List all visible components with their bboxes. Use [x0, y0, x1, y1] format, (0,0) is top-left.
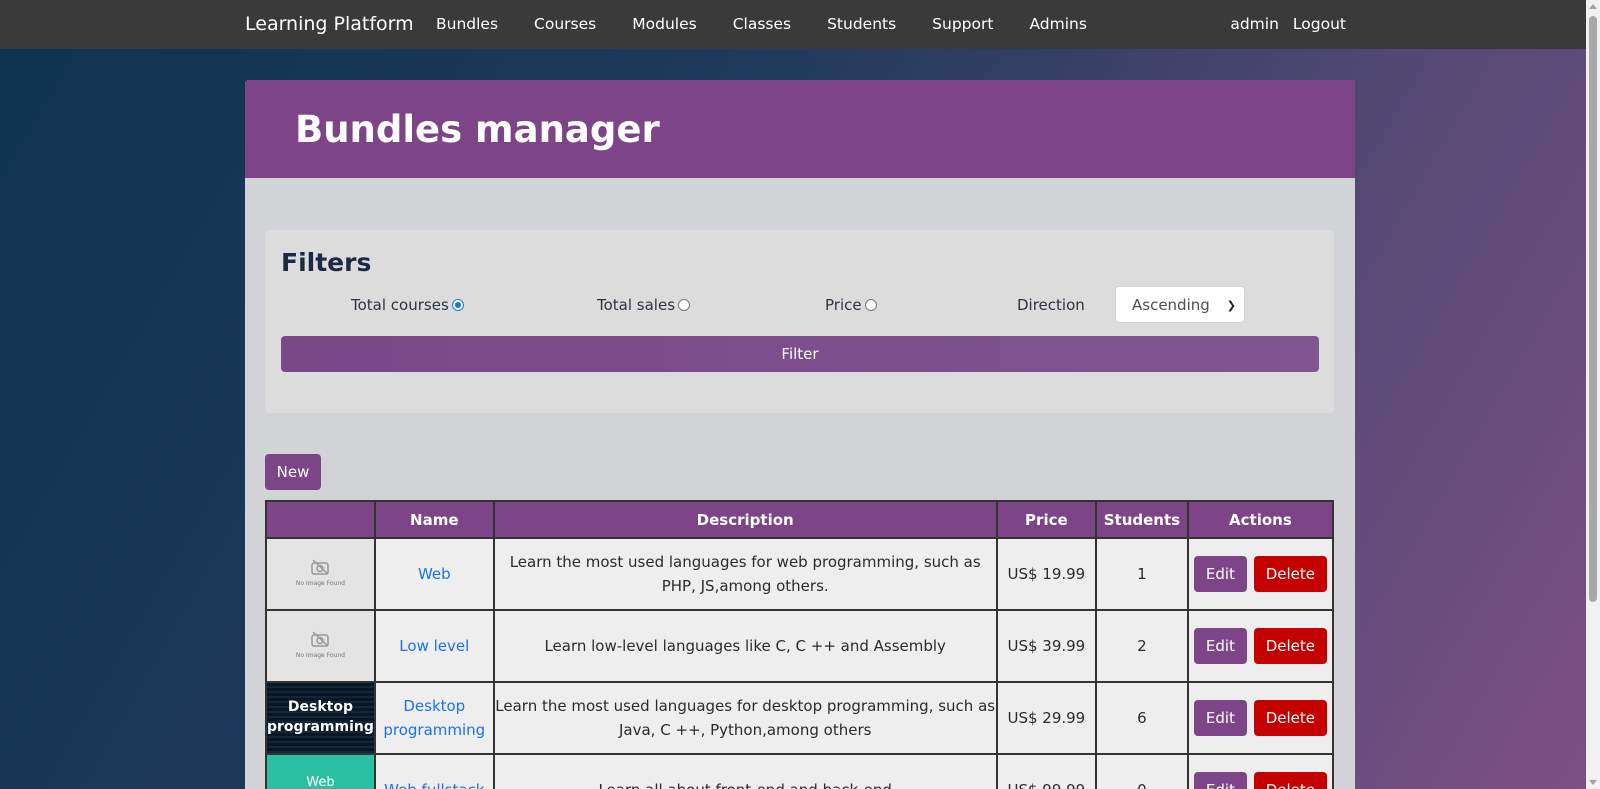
table-header-row: Name Description Price Students Actions — [265, 500, 1335, 539]
page-scrollbar[interactable] — [1586, 0, 1600, 789]
filter-price[interactable]: Price — [825, 296, 877, 314]
direction-label: Direction — [1017, 296, 1085, 314]
nav-links: Bundles Courses Modules Classes Students… — [436, 15, 1123, 33]
no-image-placeholder: No Image Found — [267, 611, 374, 681]
bundle-students: 1 — [1095, 537, 1189, 611]
bundle-actions: Edit Delete — [1186, 609, 1335, 683]
scrollbar-thumb[interactable] — [1589, 16, 1597, 602]
delete-button[interactable]: Delete — [1253, 772, 1327, 789]
delete-button[interactable]: Delete — [1253, 628, 1327, 664]
nav-classes[interactable]: Classes — [733, 15, 791, 33]
bundles-manager-card: Bundles manager Filters Total courses To… — [245, 80, 1355, 789]
table-row: No Image Found Web Learn the most used l… — [265, 537, 1335, 611]
direction-select[interactable]: Ascending ❯ — [1115, 286, 1245, 323]
card-header: Bundles manager — [245, 80, 1355, 178]
bundle-actions: Edit Delete — [1186, 681, 1335, 755]
nav-modules[interactable]: Modules — [632, 15, 696, 33]
thumbnail-text: Web — [306, 775, 335, 789]
nav-user-area: admin Logout — [1216, 15, 1346, 33]
top-navbar: Learning Platform Bundles Courses Module… — [0, 0, 1586, 49]
edit-button[interactable]: Edit — [1193, 700, 1247, 736]
delete-button[interactable]: Delete — [1253, 556, 1327, 592]
nav-admins[interactable]: Admins — [1029, 15, 1086, 33]
bundle-image-cell: Desktop programming — [265, 681, 376, 755]
nav-user-admin[interactable]: admin — [1230, 15, 1279, 33]
page-title: Bundles manager — [295, 107, 660, 151]
bundle-price: US$ 29.99 — [995, 681, 1098, 755]
bundle-name-cell: Web fullstack — [373, 753, 495, 789]
bundle-price: US$ 39.99 — [995, 609, 1098, 683]
nav-bundles[interactable]: Bundles — [436, 15, 498, 33]
bundle-name-cell: Web — [373, 537, 495, 611]
new-bundle-button[interactable]: New — [265, 454, 321, 490]
col-header-price: Price — [995, 500, 1098, 539]
filter-price-radio[interactable] — [864, 299, 877, 311]
chevron-down-icon: ❯ — [1226, 299, 1236, 312]
filter-total-courses-label: Total courses — [351, 296, 449, 314]
bundle-description: Learn the most used languages for web pr… — [492, 537, 998, 611]
bundle-name-link[interactable]: Web — [418, 565, 451, 583]
bundle-students: 0 — [1095, 753, 1189, 789]
bundle-image-cell: Web — [265, 753, 376, 789]
col-header-image — [265, 500, 376, 539]
filter-total-sales-radio[interactable] — [678, 299, 691, 311]
no-image-placeholder: No Image Found — [267, 539, 374, 609]
bundle-name-link[interactable]: Desktop programming — [383, 697, 485, 739]
table-row: Desktop programming Desktop programming … — [265, 681, 1335, 755]
filter-button[interactable]: Filter — [281, 336, 1319, 372]
bundle-name-link[interactable]: Web fullstack — [384, 781, 484, 789]
bundle-name-cell: Desktop programming — [373, 681, 495, 755]
table-row: No Image Found Low level Learn low-level… — [265, 609, 1335, 683]
edit-button[interactable]: Edit — [1193, 628, 1247, 664]
filter-total-courses[interactable]: Total courses — [351, 296, 464, 314]
bundle-image-cell: No Image Found — [265, 609, 376, 683]
bundle-image-cell: No Image Found — [265, 537, 376, 611]
filter-total-courses-radio[interactable] — [451, 299, 464, 311]
filter-price-label: Price — [825, 296, 862, 314]
bundle-students: 6 — [1095, 681, 1189, 755]
no-image-text: No Image Found — [295, 580, 345, 588]
filter-total-sales[interactable]: Total sales — [597, 296, 691, 314]
col-header-description: Description — [492, 500, 998, 539]
no-camera-icon — [311, 559, 330, 575]
bundle-description: Learn the most used languages for deskto… — [492, 681, 998, 755]
edit-button[interactable]: Edit — [1193, 772, 1247, 789]
bundle-students: 2 — [1095, 609, 1189, 683]
col-header-actions: Actions — [1186, 500, 1335, 539]
delete-button[interactable]: Delete — [1253, 700, 1327, 736]
nav-courses[interactable]: Courses — [534, 15, 596, 33]
col-header-name: Name — [373, 500, 495, 539]
nav-support[interactable]: Support — [932, 15, 993, 33]
bundle-description: Learn low-level languages like C, C ++ a… — [492, 609, 998, 683]
bundle-price: US$ 99.99 — [995, 753, 1098, 789]
scroll-up-arrow-icon[interactable] — [1589, 4, 1597, 9]
filter-options-row: Total courses Total sales Price Directio… — [265, 286, 1334, 326]
scroll-down-arrow-icon[interactable] — [1589, 780, 1597, 785]
web-fullstack-thumbnail: Web — [267, 755, 374, 789]
bundle-actions: Edit Delete — [1186, 537, 1335, 611]
bundle-actions: Edit Delete — [1186, 753, 1335, 789]
nav-logout[interactable]: Logout — [1293, 15, 1346, 33]
bundle-price: US$ 19.99 — [995, 537, 1098, 611]
bundle-name-cell: Low level — [373, 609, 495, 683]
bundle-name-link[interactable]: Low level — [399, 637, 469, 655]
bundle-description: Learn all about front-end and back-end — [492, 753, 998, 789]
brand-link[interactable]: Learning Platform — [245, 13, 414, 35]
filters-panel: Filters Total courses Total sales Price … — [265, 230, 1334, 413]
col-header-students: Students — [1095, 500, 1189, 539]
thumbnail-text: Desktop programming — [267, 699, 374, 735]
edit-button[interactable]: Edit — [1193, 556, 1247, 592]
nav-students[interactable]: Students — [827, 15, 896, 33]
no-camera-icon — [311, 631, 330, 647]
filters-heading: Filters — [281, 248, 372, 277]
table-row: Web Web fullstack Learn all about front-… — [265, 753, 1335, 789]
bundles-table: Name Description Price Students Actions … — [265, 500, 1335, 789]
direction-select-value: Ascending — [1132, 296, 1210, 314]
desktop-programming-thumbnail: Desktop programming — [267, 683, 374, 753]
no-image-text: No Image Found — [295, 652, 345, 660]
filter-total-sales-label: Total sales — [597, 296, 676, 314]
